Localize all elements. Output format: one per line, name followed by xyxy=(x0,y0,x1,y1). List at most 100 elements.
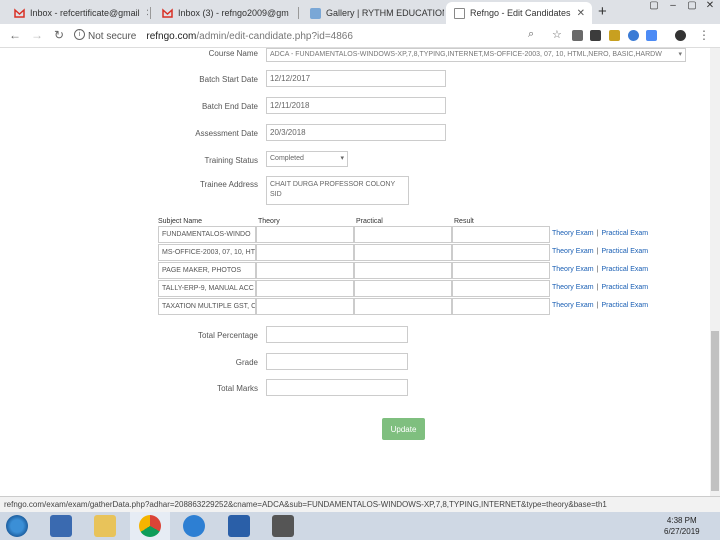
subject-name-field[interactable]: TAXATION MULTIPLE GST, C xyxy=(158,298,256,315)
extension-icon[interactable] xyxy=(609,30,620,41)
subject-name-field[interactable]: PAGE MAKER, PHOTOS xyxy=(158,262,256,279)
theory-field[interactable] xyxy=(256,262,354,279)
grade-label: Grade xyxy=(235,358,258,367)
app-icon[interactable] xyxy=(272,515,294,537)
scrollbar-thumb[interactable] xyxy=(711,331,719,491)
batch-end-label: Batch End Date xyxy=(201,102,258,111)
theory-exam-link[interactable]: Theory Exam xyxy=(552,284,594,291)
maximize-icon[interactable]: ▢ xyxy=(683,0,701,14)
back-icon[interactable]: ← xyxy=(9,28,21,42)
theory-exam-link[interactable]: Theory Exam xyxy=(552,230,594,237)
chrome-icon[interactable] xyxy=(139,515,161,537)
training-status-label: Training Status xyxy=(204,156,258,165)
practical-exam-link[interactable]: Practical Exam xyxy=(601,284,648,291)
exam-links: Theory Exam | Practical Exam xyxy=(552,266,649,273)
word-icon[interactable] xyxy=(228,515,250,537)
user-icon[interactable]: ▢ xyxy=(645,0,663,14)
tab-label: Gallery | RYTHM EDUCATION xyxy=(326,8,444,18)
result-field[interactable] xyxy=(452,244,550,261)
assessment-label: Assessment Date xyxy=(195,129,258,138)
extension-icon[interactable] xyxy=(572,30,583,41)
result-field[interactable] xyxy=(452,280,550,297)
course-label: Course Name xyxy=(208,49,258,58)
update-button[interactable]: Update xyxy=(382,418,425,440)
subject-name-field[interactable]: MS-OFFICE-2003, 07, 10, HT xyxy=(158,244,256,261)
url-path: /admin/edit-candidate.php?id=4866 xyxy=(196,30,353,42)
taskbar: 4:38 PM 6/27/2019 xyxy=(0,512,720,540)
clock-time: 4:38 PM xyxy=(666,516,697,525)
practical-exam-link[interactable]: Practical Exam xyxy=(601,302,648,309)
tab-inbox-refcertificate[interactable]: Inbox - refcertificate@gmail ✕ xyxy=(6,2,148,24)
profile-avatar[interactable] xyxy=(675,30,686,41)
close-tab-icon[interactable]: ✕ xyxy=(140,8,148,19)
training-status-select[interactable]: Completed ▾ xyxy=(266,151,348,167)
security-label: Not secure xyxy=(88,30,137,42)
practical-header: Practical xyxy=(356,218,383,225)
grade-field[interactable] xyxy=(266,353,408,370)
subject-name-field[interactable]: TALLY-ERP-9, MANUAL ACC xyxy=(158,280,256,297)
tab-label: Refngo - Edit Candidates xyxy=(470,8,571,18)
page-scrollbar[interactable] xyxy=(710,48,720,496)
info-icon[interactable]: i xyxy=(74,29,85,40)
forward-icon[interactable]: → xyxy=(31,28,43,42)
result-field[interactable] xyxy=(452,262,550,279)
gmail-icon xyxy=(14,7,25,19)
tab-gallery[interactable]: Gallery | RYTHM EDUCATION ✕ xyxy=(302,2,444,24)
theory-exam-link[interactable]: Theory Exam xyxy=(552,266,594,273)
practical-exam-link[interactable]: Practical Exam xyxy=(601,230,648,237)
close-window-icon[interactable]: ✕ xyxy=(701,0,719,14)
tab-separator xyxy=(150,7,151,19)
bookmark-star-icon[interactable]: ☆ xyxy=(552,28,562,41)
extension-icon[interactable] xyxy=(628,30,639,41)
total-percentage-field[interactable] xyxy=(266,326,408,343)
menu-icon[interactable]: ⋮ xyxy=(698,28,710,42)
extension-icon[interactable] xyxy=(590,30,601,41)
theory-exam-link[interactable]: Theory Exam xyxy=(552,302,594,309)
reload-icon[interactable]: ↻ xyxy=(54,28,64,42)
tab-edit-candidates[interactable]: Refngo - Edit Candidates ✕ xyxy=(446,2,592,24)
course-select[interactable]: ADCA - FUNDAMENTALOS-WINDOWS-XP,7,8,TYPI… xyxy=(266,48,686,62)
theory-field[interactable] xyxy=(256,244,354,261)
theory-exam-link[interactable]: Theory Exam xyxy=(552,248,594,255)
theory-field[interactable] xyxy=(256,226,354,243)
exam-links: Theory Exam | Practical Exam xyxy=(552,248,649,255)
status-bar-url: refngo.com/exam/exam/gatherData.php?adha… xyxy=(0,496,720,512)
theory-field[interactable] xyxy=(256,298,354,315)
practical-field[interactable] xyxy=(354,226,452,243)
close-tab-icon[interactable]: ✕ xyxy=(289,8,296,19)
result-field[interactable] xyxy=(452,226,550,243)
practical-exam-link[interactable]: Practical Exam xyxy=(601,248,648,255)
close-tab-icon[interactable]: ✕ xyxy=(571,8,585,19)
batch-end-field[interactable]: 12/11/2018 xyxy=(266,97,446,114)
tab-separator xyxy=(298,7,299,19)
trainee-address-textarea[interactable]: CHAIT DURGA PROFESSOR COLONY SID xyxy=(266,176,409,205)
batch-start-field[interactable]: 12/12/2017 xyxy=(266,70,446,87)
media-player-icon[interactable] xyxy=(50,515,72,537)
subject-name-field[interactable]: FUNDAMENTALOS-WINDO xyxy=(158,226,256,243)
exam-links: Theory Exam | Practical Exam xyxy=(552,302,649,309)
result-field[interactable] xyxy=(452,298,550,315)
assessment-date-field[interactable]: 20/3/2018 xyxy=(266,124,446,141)
total-marks-field[interactable] xyxy=(266,379,408,396)
practical-field[interactable] xyxy=(354,262,452,279)
practical-exam-link[interactable]: Practical Exam xyxy=(601,266,648,273)
start-button[interactable] xyxy=(6,515,28,537)
address-bar[interactable]: i Not secure refngo.com /admin/edit-cand… xyxy=(74,27,556,45)
search-icon[interactable]: ⌕ xyxy=(528,28,534,41)
practical-field[interactable] xyxy=(354,280,452,297)
total-marks-label: Total Marks xyxy=(217,384,258,393)
theory-field[interactable] xyxy=(256,280,354,297)
tab-label: Inbox (3) - refngo2009@gm xyxy=(178,8,289,18)
page-icon xyxy=(454,7,465,19)
file-explorer-icon[interactable] xyxy=(94,515,116,537)
tab-strip: Inbox - refcertificate@gmail ✕ Inbox (3)… xyxy=(0,0,720,24)
practical-field[interactable] xyxy=(354,298,452,315)
minimize-icon[interactable]: – xyxy=(664,0,682,14)
new-tab-button[interactable]: + xyxy=(598,3,607,20)
practical-field[interactable] xyxy=(354,244,452,261)
clock[interactable]: 4:38 PM 6/27/2019 xyxy=(664,515,700,537)
internet-explorer-icon[interactable] xyxy=(183,515,205,537)
url-host: refngo.com xyxy=(146,30,197,42)
extension-icon[interactable] xyxy=(646,30,657,41)
tab-inbox-refngo[interactable]: Inbox (3) - refngo2009@gm ✕ xyxy=(154,2,296,24)
